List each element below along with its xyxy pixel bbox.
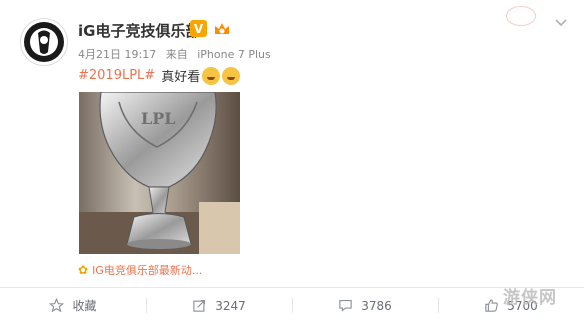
comment-count: 3786 <box>361 298 392 313</box>
share-button[interactable]: 3247 <box>146 288 292 323</box>
post-meta: 4月21日 19:17 来自 iPhone 7 Plus <box>78 46 277 62</box>
post-source: iPhone 7 Plus <box>197 48 271 61</box>
ig-logo-icon <box>24 22 64 62</box>
stamp-decoration <box>506 6 536 26</box>
author-name[interactable]: iG电子竞技俱乐部 <box>78 20 200 41</box>
app-source-link[interactable]: ✿ IG电竞俱乐部最新动... <box>78 262 202 278</box>
action-bar: 收藏 3247 3786 5700 <box>0 288 584 323</box>
like-icon <box>485 299 499 312</box>
hashtag-link[interactable]: #2019LPL# <box>78 68 155 83</box>
watermark: 游侠网 <box>503 288 557 308</box>
comment-button[interactable]: 3786 <box>292 288 438 323</box>
post-date[interactable]: 4月21日 19:17 <box>78 48 156 61</box>
vip-badge-icon <box>212 19 232 38</box>
flower-icon: ✿ <box>78 263 89 277</box>
app-link-label: IG电竞俱乐部最新动... <box>92 264 203 277</box>
post-text: #2019LPL# 真好看 <box>78 66 241 85</box>
emoji-icon <box>202 66 221 85</box>
emoji-icon <box>222 66 241 85</box>
star-icon <box>49 298 65 313</box>
chevron-down-icon[interactable] <box>554 14 568 28</box>
avatar[interactable] <box>20 18 68 66</box>
favorite-button[interactable]: 收藏 <box>0 288 146 323</box>
source-prefix: 来自 <box>165 48 188 61</box>
post-image[interactable]: LPL <box>79 92 240 254</box>
svg-text:LPL: LPL <box>141 109 176 128</box>
trophy-image: LPL <box>79 92 240 254</box>
share-icon <box>193 299 206 312</box>
post-body: 真好看 <box>161 70 201 85</box>
comment-icon <box>339 299 352 312</box>
verified-badge-icon: V <box>190 20 207 37</box>
favorite-label: 收藏 <box>72 299 97 313</box>
weibo-post-card: iG电子竞技俱乐部 V 4月21日 19:17 来自 iPhone 7 Plus… <box>0 0 584 323</box>
share-count: 3247 <box>215 298 246 313</box>
